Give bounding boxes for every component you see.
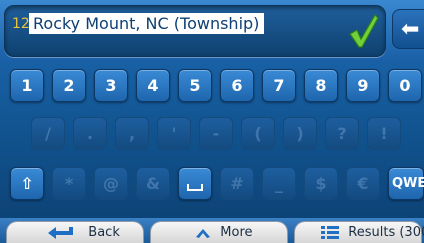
- chevron-up-icon: [196, 228, 211, 238]
- back-label: Back: [88, 225, 120, 240]
- key-close-paren[interactable]: ): [283, 117, 317, 150]
- space-icon: [187, 184, 203, 191]
- key-9[interactable]: 9: [346, 69, 380, 102]
- key-period[interactable]: .: [73, 117, 107, 150]
- key-2[interactable]: 2: [52, 69, 86, 102]
- backspace-button[interactable]: ⬅: [392, 9, 424, 49]
- more-button[interactable]: More: [150, 221, 288, 243]
- key-hash[interactable]: #: [220, 167, 254, 200]
- key-1[interactable]: 1: [10, 69, 44, 102]
- checkmark-icon[interactable]: [347, 12, 379, 50]
- key-hyphen[interactable]: -: [199, 117, 233, 150]
- layout-switch-key[interactable]: QWE: [388, 167, 424, 200]
- key-euro[interactable]: €: [346, 167, 380, 200]
- back-arrow-icon: [48, 226, 74, 239]
- back-button[interactable]: Back: [6, 221, 144, 243]
- key-asterisk[interactable]: *: [52, 167, 86, 200]
- results-button[interactable]: Results (300): [294, 221, 424, 243]
- key-3[interactable]: 3: [94, 69, 128, 102]
- key-at[interactable]: @: [94, 167, 128, 200]
- space-key[interactable]: [178, 167, 212, 200]
- key-underscore[interactable]: _: [262, 167, 296, 200]
- key-8[interactable]: 8: [304, 69, 338, 102]
- char-count: 12: [12, 16, 30, 32]
- input-value[interactable]: Rocky Mount, NC (Township): [29, 13, 265, 34]
- list-icon: [321, 225, 340, 239]
- key-question[interactable]: ?: [325, 117, 359, 150]
- backspace-icon: ⬅: [401, 17, 420, 42]
- key-7[interactable]: 7: [262, 69, 296, 102]
- key-5[interactable]: 5: [178, 69, 212, 102]
- key-0[interactable]: 0: [388, 69, 422, 102]
- more-label: More: [220, 225, 253, 240]
- key-4[interactable]: 4: [136, 69, 170, 102]
- search-input[interactable]: 12 Rocky Mount, NC (Township): [4, 5, 386, 57]
- shift-key[interactable]: ⇧: [10, 167, 44, 200]
- key-open-paren[interactable]: (: [241, 117, 275, 150]
- key-ampersand[interactable]: &: [136, 167, 170, 200]
- key-apostrophe[interactable]: ': [157, 117, 191, 150]
- results-label: Results (300): [348, 225, 424, 240]
- key-dollar[interactable]: $: [304, 167, 338, 200]
- key-6[interactable]: 6: [220, 69, 254, 102]
- key-comma[interactable]: ,: [115, 117, 149, 150]
- key-exclamation[interactable]: !: [367, 117, 401, 150]
- shift-icon: ⇧: [20, 174, 34, 193]
- key-slash[interactable]: /: [31, 117, 65, 150]
